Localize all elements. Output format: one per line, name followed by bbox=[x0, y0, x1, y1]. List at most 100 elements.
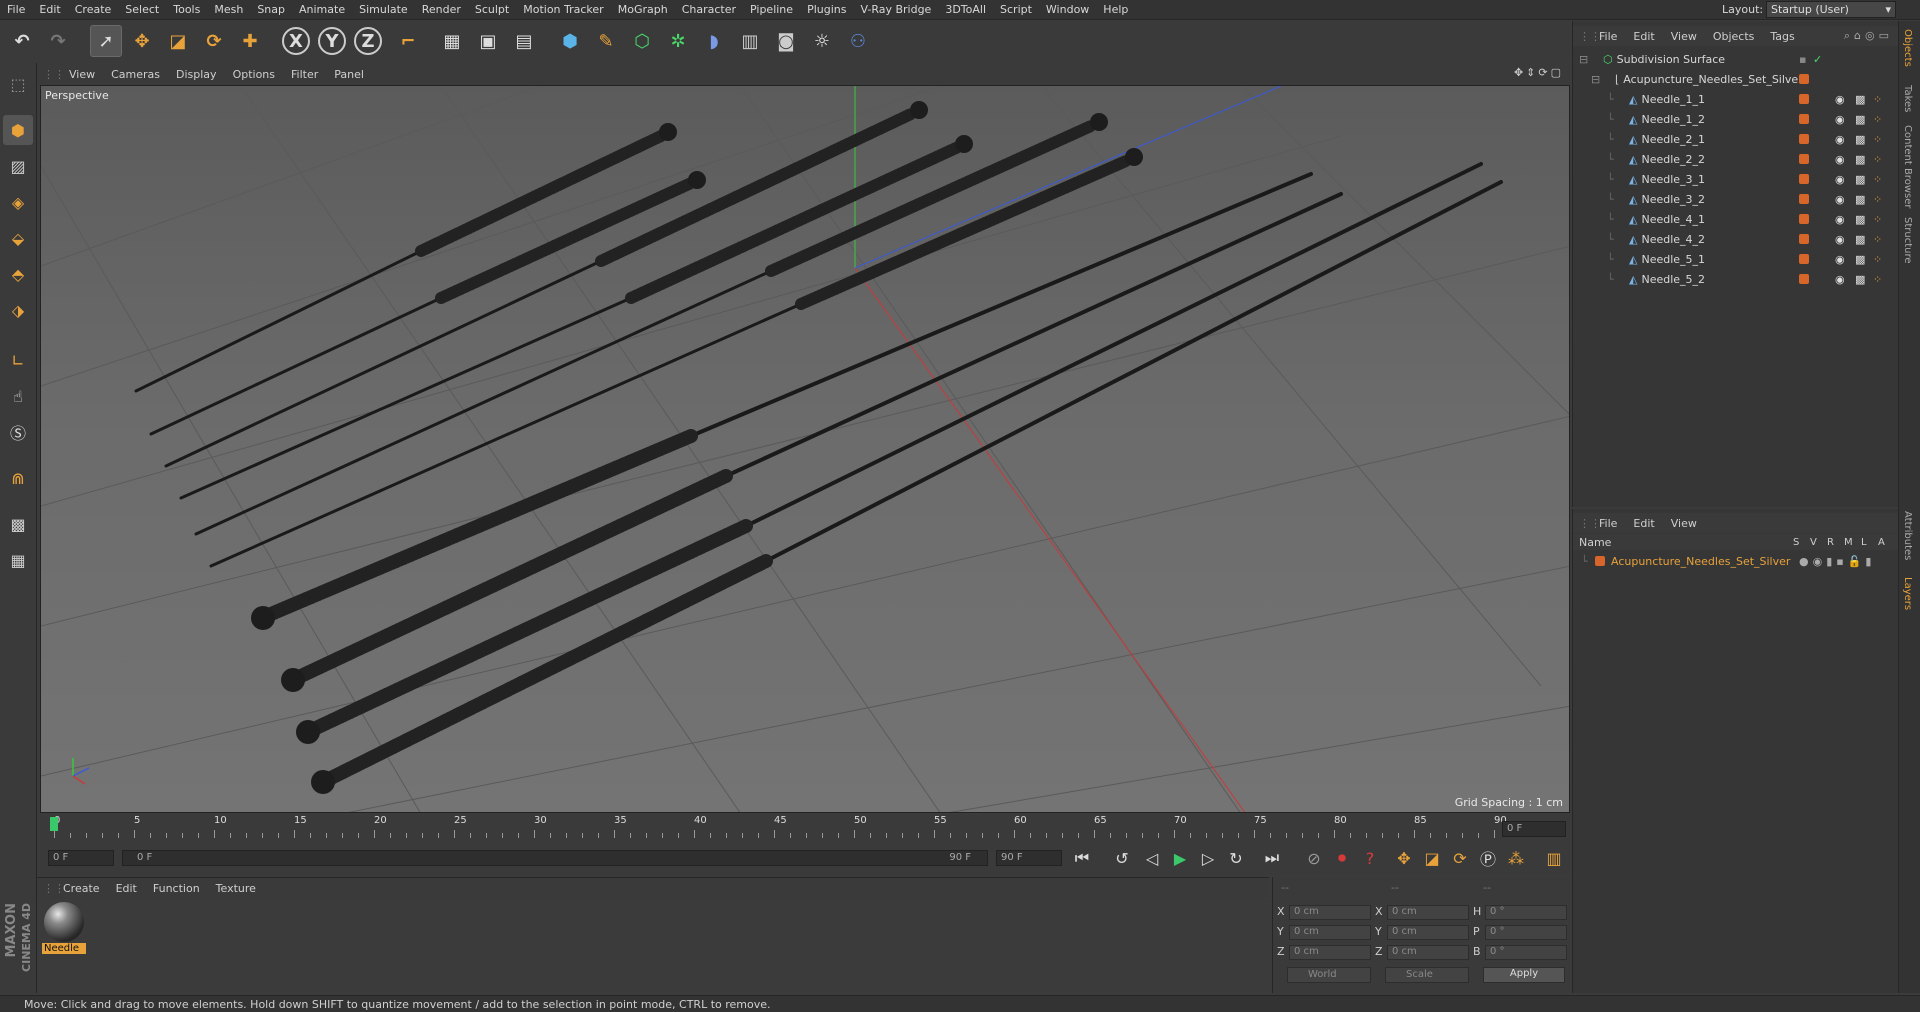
deformer-icon[interactable]: ◗ bbox=[698, 25, 730, 57]
menu-v-ray-bridge[interactable]: V-Ray Bridge bbox=[853, 3, 938, 16]
texture-tag-icon[interactable]: ▩ bbox=[1855, 233, 1865, 246]
texture-tag-icon[interactable]: ▩ bbox=[1855, 213, 1865, 226]
tree-expand-icon[interactable]: ⊟ bbox=[1573, 53, 1603, 66]
workplane-mode-icon[interactable]: ◈ bbox=[3, 187, 33, 217]
layout-select[interactable]: Startup (User) bbox=[1766, 1, 1896, 18]
rotate-icon[interactable]: ⟳ bbox=[198, 25, 230, 57]
material-tag-icon[interactable]: ◉ bbox=[1835, 93, 1845, 106]
menu-tools[interactable]: Tools bbox=[166, 3, 207, 16]
material-needle[interactable]: Needle bbox=[42, 901, 86, 957]
uvw-tag-icon[interactable]: ⁘ bbox=[1873, 273, 1882, 286]
menu-render[interactable]: Render bbox=[415, 3, 468, 16]
uvw-tag-icon[interactable]: ⁘ bbox=[1873, 93, 1882, 106]
start-frame-field[interactable]: 0 F bbox=[48, 850, 114, 866]
size-z-field[interactable]: 0 cm bbox=[1387, 945, 1469, 960]
object-row-needle[interactable]: └ ◭ Needle_2_2 ◉ ▩ ⁘ bbox=[1573, 149, 1899, 169]
object-row-needle[interactable]: └ ◭ Needle_5_2 ◉ ▩ ⁘ bbox=[1573, 269, 1899, 289]
frame-range-slider[interactable]: 0 F 90 F bbox=[122, 850, 988, 866]
material-tag-icon[interactable]: ◉ bbox=[1835, 233, 1845, 246]
size-x-field[interactable]: 0 cm bbox=[1387, 905, 1469, 920]
material-tag-icon[interactable]: ◉ bbox=[1835, 133, 1845, 146]
object-row-needle[interactable]: └ ◭ Needle_3_1 ◉ ▩ ⁘ bbox=[1573, 169, 1899, 189]
texture-tag-icon[interactable]: ▩ bbox=[1855, 273, 1865, 286]
coordinate-system-icon[interactable]: ⌐ bbox=[392, 25, 424, 57]
coord-mode-select[interactable]: Scale bbox=[1385, 967, 1469, 983]
viewport-menu-options[interactable]: Options bbox=[225, 68, 283, 81]
next-frame-icon[interactable]: ▷ bbox=[1196, 846, 1220, 870]
undo-icon[interactable]: ↶ bbox=[6, 25, 38, 57]
make-editable-icon[interactable]: ⬚ bbox=[3, 69, 33, 99]
object-menu-tags[interactable]: Tags bbox=[1762, 30, 1802, 43]
mograph-cloner-icon[interactable]: ✲ bbox=[662, 25, 694, 57]
key-parameter-icon[interactable]: Ⓟ bbox=[1476, 846, 1500, 870]
menu-motion-tracker[interactable]: Motion Tracker bbox=[516, 3, 610, 16]
camera-icon[interactable]: ◙ bbox=[770, 25, 802, 57]
menu-character[interactable]: Character bbox=[675, 3, 743, 16]
viewport-menu-display[interactable]: Display bbox=[168, 68, 225, 81]
previous-key-icon[interactable]: ↺ bbox=[1110, 846, 1134, 870]
menu-edit[interactable]: Edit bbox=[32, 3, 67, 16]
coord-system-select[interactable]: World bbox=[1287, 967, 1371, 983]
material-tag-icon[interactable]: ◉ bbox=[1835, 213, 1845, 226]
perspective-viewport[interactable]: Perspective Grid Spacing : 1 cm bbox=[40, 85, 1570, 813]
uvw-tag-icon[interactable]: ⁘ bbox=[1873, 193, 1882, 206]
tab-takes[interactable]: Takes bbox=[1902, 85, 1913, 112]
select-cursor-icon[interactable]: ➚ bbox=[90, 25, 122, 57]
add-object-icon[interactable]: ✚ bbox=[234, 25, 266, 57]
object-row-needle[interactable]: └ ◭ Needle_4_1 ◉ ▩ ⁘ bbox=[1573, 209, 1899, 229]
size-y-field[interactable]: 0 cm bbox=[1387, 925, 1469, 940]
key-position-icon[interactable]: ✥ bbox=[1392, 846, 1416, 870]
menu-script[interactable]: Script bbox=[993, 3, 1039, 16]
uvw-tag-icon[interactable]: ⁘ bbox=[1873, 213, 1882, 226]
redo-icon[interactable]: ↷ bbox=[42, 25, 74, 57]
menu-snap[interactable]: Snap bbox=[250, 3, 292, 16]
viewport-menu-cameras[interactable]: Cameras bbox=[103, 68, 168, 81]
floor-scene-icon[interactable]: ▥ bbox=[734, 25, 766, 57]
texture-tag-icon[interactable]: ▩ bbox=[1855, 113, 1865, 126]
uvw-tag-icon[interactable]: ⁘ bbox=[1873, 233, 1882, 246]
object-row-needle[interactable]: └ ◭ Needle_5_1 ◉ ▩ ⁘ bbox=[1573, 249, 1899, 269]
material-menu-edit[interactable]: Edit bbox=[108, 882, 145, 895]
texture-tag-icon[interactable]: ▩ bbox=[1855, 173, 1865, 186]
material-tag-icon[interactable]: ◉ bbox=[1835, 253, 1845, 266]
model-mode-icon[interactable]: ⬢ bbox=[3, 115, 33, 145]
cube-primitive-icon[interactable]: ⬢ bbox=[554, 25, 586, 57]
object-row-subdivision[interactable]: ⊟ ⬡ Subdivision Surface ▪ ✓ bbox=[1573, 49, 1899, 69]
tree-expand-icon[interactable]: ⊟ bbox=[1573, 73, 1615, 86]
python-icon[interactable]: ⚇ bbox=[842, 25, 874, 57]
menu-window[interactable]: Window bbox=[1039, 3, 1096, 16]
position-x-field[interactable]: 0 cm bbox=[1289, 905, 1371, 920]
polygons-mode-icon[interactable]: ⬗ bbox=[3, 295, 33, 325]
material-tag-icon[interactable]: ◉ bbox=[1835, 273, 1845, 286]
layer-menu-edit[interactable]: Edit bbox=[1625, 517, 1662, 530]
key-scale-icon[interactable]: ◪ bbox=[1420, 846, 1444, 870]
menu-animate[interactable]: Animate bbox=[292, 3, 352, 16]
render-picture-viewer-icon[interactable]: ▣ bbox=[472, 25, 504, 57]
object-menu-objects[interactable]: Objects bbox=[1705, 30, 1763, 43]
menu-file[interactable]: File bbox=[0, 3, 32, 16]
lock-x-button[interactable]: X bbox=[282, 27, 310, 55]
object-check-icon[interactable]: ▪ bbox=[1799, 53, 1806, 66]
viewport-nav-icons[interactable]: ✥⇕⟳▢ bbox=[1514, 66, 1564, 79]
move-icon[interactable]: ✥ bbox=[126, 25, 158, 57]
menu-help[interactable]: Help bbox=[1096, 3, 1135, 16]
menu-sculpt[interactable]: Sculpt bbox=[468, 3, 516, 16]
layer-color-swatch[interactable] bbox=[1595, 556, 1605, 566]
rotation-h-field[interactable]: 0 ° bbox=[1485, 905, 1567, 920]
uvw-tag-icon[interactable]: ⁘ bbox=[1873, 153, 1882, 166]
rotation-p-field[interactable]: 0 ° bbox=[1485, 925, 1567, 940]
grid-snap-icon[interactable]: ▦ bbox=[3, 545, 33, 575]
scale-icon[interactable]: ◪ bbox=[162, 25, 194, 57]
timeline-window-icon[interactable]: ▥ bbox=[1542, 846, 1566, 870]
menu-mesh[interactable]: Mesh bbox=[207, 3, 250, 16]
object-row-group[interactable]: ⊟ ⌊ Acupuncture_Needles_Set_Silver bbox=[1573, 69, 1899, 89]
tab-objects[interactable]: Objects bbox=[1902, 29, 1913, 67]
material-menu-texture[interactable]: Texture bbox=[208, 882, 264, 895]
object-row-needle[interactable]: └ ◭ Needle_2_1 ◉ ▩ ⁘ bbox=[1573, 129, 1899, 149]
material-tag-icon[interactable]: ◉ bbox=[1835, 153, 1845, 166]
next-key-icon[interactable]: ↻ bbox=[1224, 846, 1248, 870]
rotation-b-field[interactable]: 0 ° bbox=[1485, 945, 1567, 960]
render-view-icon[interactable]: ▦ bbox=[436, 25, 468, 57]
play-icon[interactable]: ▶ bbox=[1168, 846, 1192, 870]
layer-row[interactable]: └ Acupuncture_Needles_Set_Silver ●◉▮▪🔓▮ bbox=[1573, 551, 1899, 571]
